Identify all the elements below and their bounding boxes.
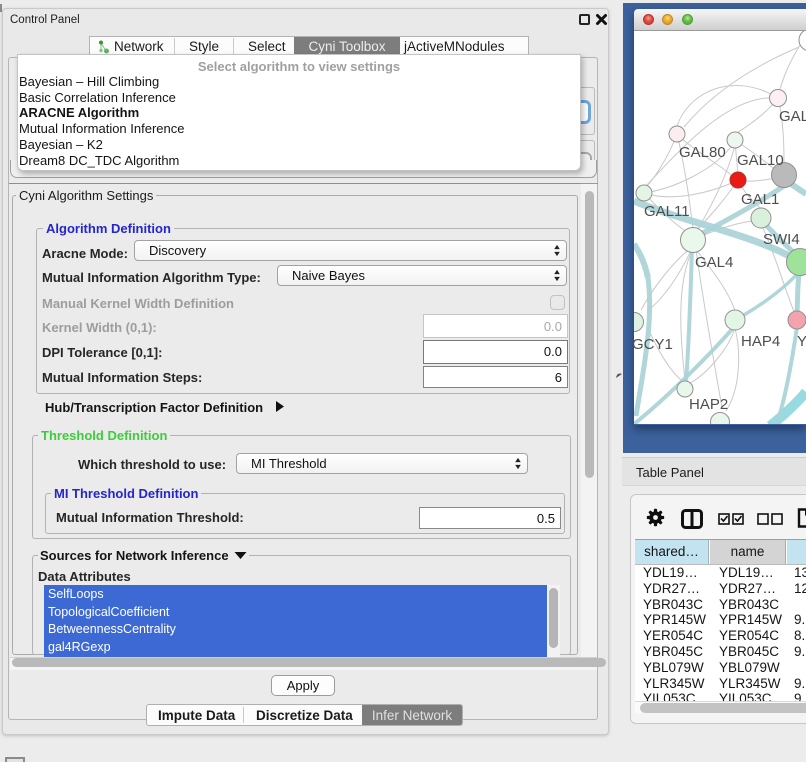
svg-text:GAL2: GAL2 [779, 108, 806, 125]
svg-text:GAL4: GAL4 [695, 254, 733, 271]
svg-text:GAL10: GAL10 [737, 152, 784, 169]
svg-text:SWI4: SWI4 [763, 231, 800, 248]
svg-text:GAL80: GAL80 [679, 144, 726, 161]
svg-text:GAL1: GAL1 [741, 191, 779, 208]
svg-text:GCY1: GCY1 [634, 336, 673, 353]
svg-text:YER0: YER0 [797, 333, 806, 350]
svg-text:HAP2: HAP2 [689, 396, 728, 413]
svg-text:HAP4: HAP4 [741, 333, 780, 350]
svg-text:GAL11: GAL11 [644, 203, 690, 220]
